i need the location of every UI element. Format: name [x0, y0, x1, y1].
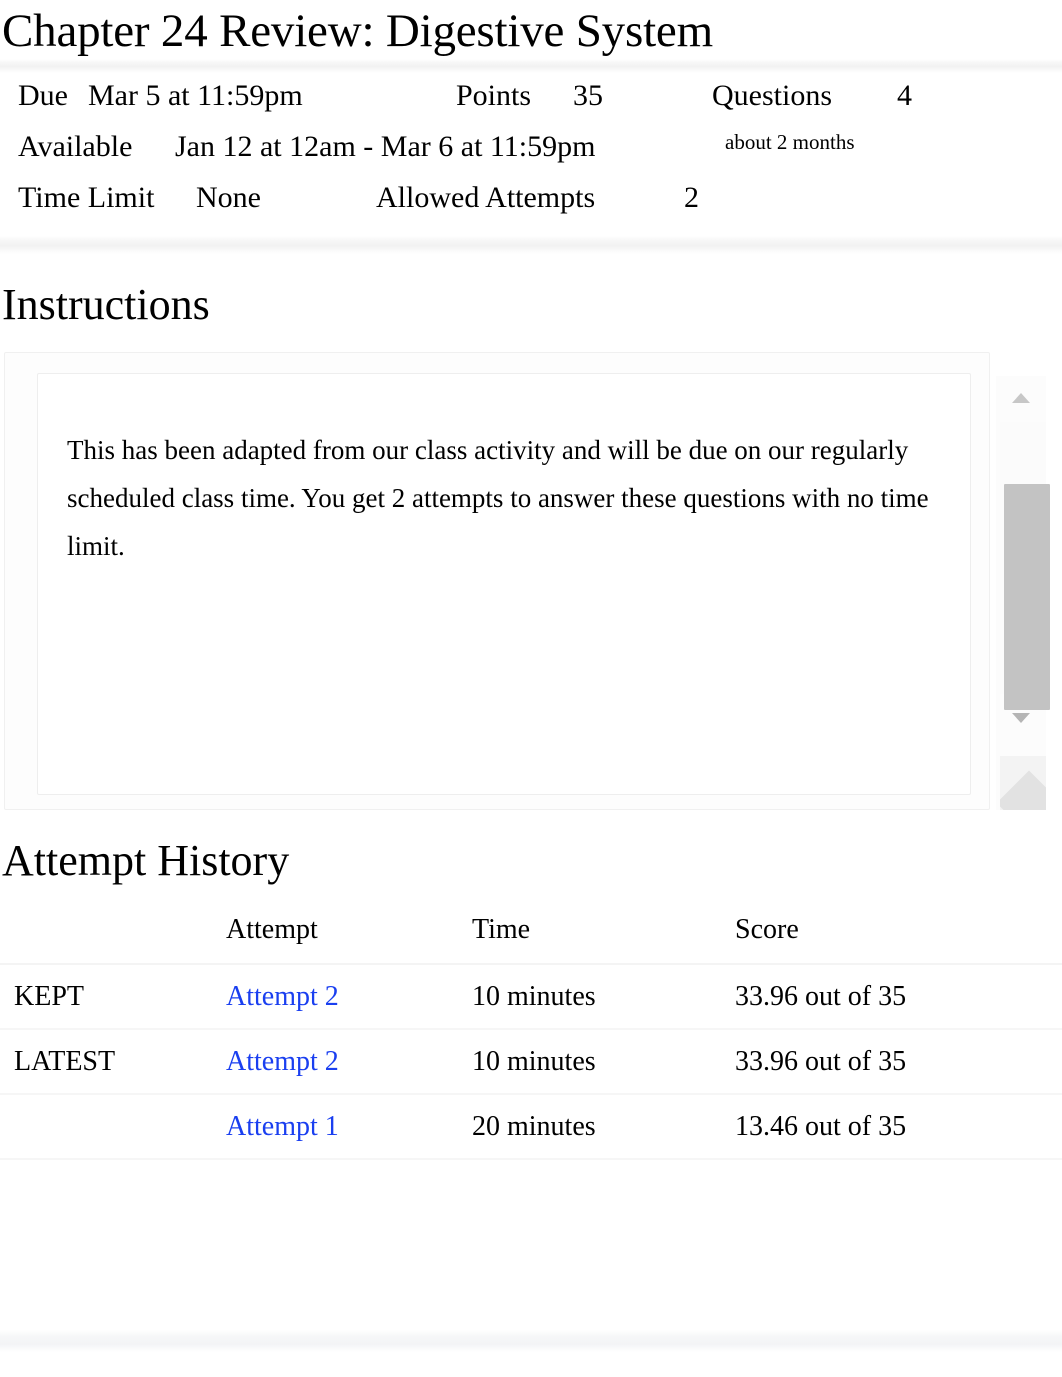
- allowed-attempts-value: 2: [684, 181, 699, 214]
- row-status-label: [0, 1094, 226, 1159]
- row-attempt-cell: Attempt 1: [226, 1094, 472, 1159]
- triangle-down-icon: [1012, 713, 1030, 724]
- instructions-body-text: This has been adapted from our class act…: [67, 435, 929, 562]
- detail-row-due: Due Mar 5 at 11:59pm Points 35 Questions…: [0, 79, 1062, 130]
- questions-value: 4: [897, 79, 912, 112]
- resize-grip-icon[interactable]: [1000, 756, 1046, 811]
- divider-top: [0, 59, 1062, 73]
- instructions-outer-box: This has been adapted from our class act…: [4, 352, 990, 811]
- attempt-link[interactable]: Attempt 1: [226, 1111, 339, 1142]
- allowed-attempts-label: Allowed Attempts: [376, 181, 596, 214]
- time-limit-label: Time Limit: [18, 181, 155, 214]
- points-label: Points: [456, 79, 532, 112]
- table-header-row: Attempt Time Score: [0, 902, 1062, 965]
- table-body: KEPT Attempt 2 10 minutes 33.96 out of 3…: [0, 964, 1062, 1160]
- instructions-content-box: This has been adapted from our class act…: [37, 373, 971, 796]
- detail-row-time-limit: Time Limit None Allowed Attempts 2: [0, 181, 1062, 232]
- instructions-scrollbar[interactable]: [996, 376, 1050, 811]
- questions-label: Questions: [712, 79, 832, 112]
- detail-row-available: Available Jan 12 at 12am - Mar 6 at 11:5…: [0, 130, 1062, 181]
- scroll-down-arrow-icon[interactable]: [996, 696, 1046, 740]
- table-row: KEPT Attempt 2 10 minutes 33.96 out of 3…: [0, 964, 1062, 1030]
- table-row: Attempt 1 20 minutes 13.46 out of 35: [0, 1094, 1062, 1160]
- attempt-link[interactable]: Attempt 2: [226, 1046, 339, 1077]
- column-header-blank: [0, 902, 226, 964]
- column-header-score: Score: [735, 913, 799, 945]
- row-time-cell: 20 minutes: [472, 1110, 596, 1142]
- column-header-time: Time: [472, 913, 531, 945]
- attempt-history-table: Attempt Time Score KEPT Attempt 2 10 min…: [0, 902, 1062, 1160]
- attempt-link[interactable]: Attempt 2: [226, 981, 339, 1012]
- row-score-cell: 33.96 out of 35: [735, 980, 907, 1012]
- instructions-frame: This has been adapted from our class act…: [0, 348, 1062, 811]
- due-value: Mar 5 at 11:59pm: [88, 79, 303, 112]
- points-value: 35: [573, 79, 603, 112]
- instructions-heading: Instructions: [2, 280, 210, 329]
- table-head: Attempt Time Score: [0, 902, 1062, 965]
- available-note: about 2 months: [725, 130, 855, 154]
- divider-bottom: [0, 1330, 1062, 1352]
- row-time-cell: 10 minutes: [472, 1045, 596, 1077]
- row-score-cell: 13.46 out of 35: [735, 1110, 907, 1142]
- due-label: Due: [18, 79, 68, 112]
- row-status-label: LATEST: [14, 1045, 116, 1077]
- available-label: Available: [18, 130, 133, 163]
- row-attempt-cell: Attempt 2: [226, 964, 472, 1029]
- row-score-cell: 33.96 out of 35: [735, 1045, 907, 1077]
- triangle-up-icon: [1012, 393, 1030, 404]
- divider-details: [0, 236, 1062, 254]
- row-attempt-cell: Attempt 2: [226, 1029, 472, 1094]
- table-row: LATEST Attempt 2 10 minutes 33.96 out of…: [0, 1029, 1062, 1095]
- scrollbar-track[interactable]: [1000, 422, 1050, 711]
- row-time-cell: 10 minutes: [472, 980, 596, 1012]
- page-title: Chapter 24 Review: Digestive System: [2, 5, 713, 57]
- scroll-up-arrow-icon[interactable]: [996, 376, 1046, 420]
- available-value: Jan 12 at 12am - Mar 6 at 11:59pm: [175, 130, 596, 163]
- scrollbar-thumb[interactable]: [1004, 484, 1050, 711]
- attempt-history-heading: Attempt History: [2, 836, 290, 886]
- row-status-label: KEPT: [14, 980, 84, 1012]
- column-header-attempt: Attempt: [226, 913, 318, 945]
- quiz-details: Due Mar 5 at 11:59pm Points 35 Questions…: [0, 73, 1062, 236]
- time-limit-value: None: [196, 181, 261, 214]
